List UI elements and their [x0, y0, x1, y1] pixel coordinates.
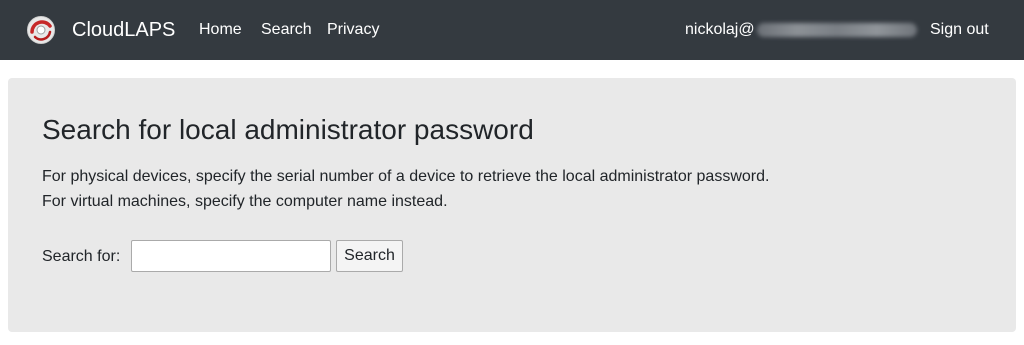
- search-button[interactable]: Search: [336, 240, 403, 272]
- cloudlaps-logo-icon[interactable]: [26, 15, 56, 45]
- nav-link-privacy[interactable]: Privacy: [327, 20, 379, 40]
- sign-out-link[interactable]: Sign out: [930, 20, 989, 40]
- nav-link-search[interactable]: Search: [261, 20, 312, 40]
- redacted-email-blur: [756, 22, 917, 37]
- top-navbar: CloudLAPS Home Search Privacy nickolaj@ …: [0, 0, 1024, 60]
- nav-link-home[interactable]: Home: [199, 20, 242, 40]
- page-title: Search for local administrator password: [42, 114, 534, 145]
- search-input[interactable]: [131, 240, 331, 272]
- description-line-2: For virtual machines, specify the comput…: [42, 193, 448, 210]
- user-email-prefix: nickolaj@: [685, 21, 755, 38]
- search-label: Search for:: [42, 248, 121, 265]
- brand-name[interactable]: CloudLAPS: [72, 18, 175, 42]
- description-line-1: For physical devices, specify the serial…: [42, 168, 770, 185]
- signed-in-user: nickolaj@: [685, 20, 917, 40]
